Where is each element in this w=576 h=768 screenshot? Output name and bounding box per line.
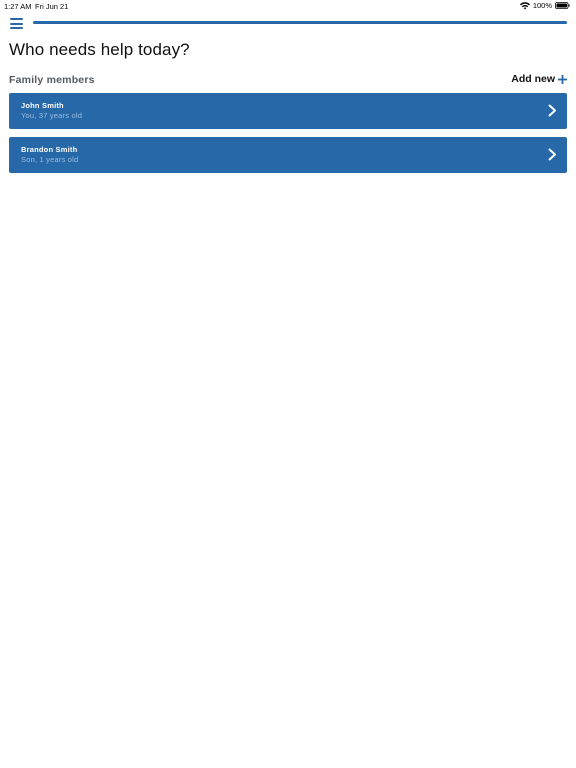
add-new-label: Add new	[511, 73, 555, 85]
battery-percent: 100%	[532, 1, 552, 10]
status-date: Fri Jun 21	[35, 2, 69, 11]
section-label: Family members	[9, 74, 95, 86]
add-new-button[interactable]: Add new	[511, 73, 567, 85]
wifi-icon	[519, 1, 530, 9]
member-detail: Son, 1 years old	[21, 155, 79, 164]
hamburger-menu-icon[interactable]	[10, 18, 23, 29]
status-bar: 1:27 AM Fri Jun 21 100%	[0, 0, 576, 12]
progress-bar	[33, 21, 567, 24]
status-time: 1:27 AM	[4, 2, 32, 11]
member-detail: You, 37 years old	[21, 111, 83, 120]
member-name: Brandon Smith	[21, 145, 78, 154]
nav-bar	[0, 14, 576, 32]
section-header: Family members Add new	[9, 72, 567, 88]
chevron-right-icon	[548, 148, 556, 161]
family-member-card[interactable]: John Smith You, 37 years old	[9, 93, 567, 129]
plus-icon	[558, 74, 567, 84]
status-indicators: 100%	[519, 1, 570, 10]
family-member-card[interactable]: Brandon Smith Son, 1 years old	[9, 137, 567, 173]
battery-icon	[555, 2, 570, 9]
chevron-right-icon	[548, 104, 556, 117]
member-name: John Smith	[21, 101, 64, 110]
page-title: Who needs help today?	[9, 40, 190, 59]
progress-fill	[33, 21, 567, 24]
family-member-list: John Smith You, 37 years old Brandon Smi…	[9, 93, 567, 181]
